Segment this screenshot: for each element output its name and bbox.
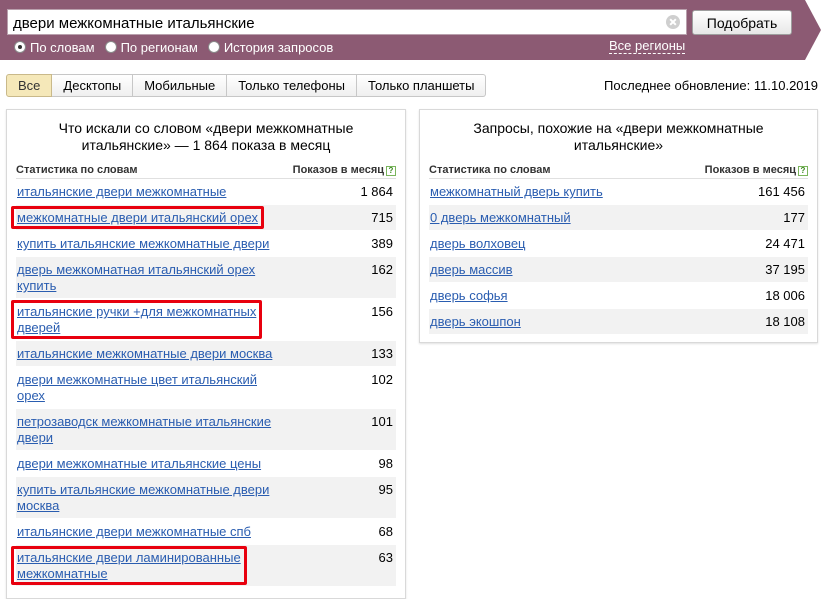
- impressions-count: 95: [378, 482, 393, 497]
- table-row: двери межкомнатные цвет итальянский орех…: [16, 367, 396, 409]
- tab-all[interactable]: Все: [6, 74, 53, 97]
- impressions-count: 102: [371, 372, 393, 387]
- impressions-count: 18 006: [765, 288, 805, 303]
- table-row: итальянские двери межкомнатные 1 864: [16, 179, 396, 205]
- mode-by-regions[interactable]: По регионам: [104, 39, 198, 55]
- impressions-count: 24 471: [765, 236, 805, 251]
- keyword-link[interactable]: петрозаводск межкомнатные итальянские дв…: [17, 414, 282, 446]
- table-row: дверь софья 18 006: [429, 283, 808, 309]
- all-regions-link[interactable]: Все регионы: [609, 39, 686, 54]
- impressions-count: 133: [371, 346, 393, 361]
- keyword-link[interactable]: купить итальянские межкомнатные двери мо…: [17, 482, 282, 514]
- search-input[interactable]: [13, 13, 653, 33]
- table-row: межкомнатные двери итальянский орех 715: [16, 205, 396, 231]
- submit-button[interactable]: Подобрать: [692, 10, 792, 35]
- device-tabs: Все Десктопы Мобильные Только телефоны Т…: [6, 74, 487, 97]
- table-row: дверь массив 37 195: [429, 257, 808, 283]
- keyword-link[interactable]: двери межкомнатные итальянские цены: [17, 456, 282, 472]
- table-row: межкомнатный дверь купить 161 456: [429, 179, 808, 205]
- search-field[interactable]: [7, 9, 687, 35]
- column-keyword: Статистика по словам: [16, 163, 138, 176]
- impressions-count: 101: [371, 414, 393, 429]
- panel-title: Запросы, похожие на «двери межкомнатные …: [473, 120, 764, 153]
- keyword-link[interactable]: итальянские двери межкомнатные спб: [17, 524, 282, 540]
- keyword-link[interactable]: дверь волховец: [430, 236, 720, 252]
- impressions-count: 63: [378, 550, 393, 565]
- keyword-link[interactable]: итальянские двери ламинированные межкомн…: [17, 550, 282, 582]
- keywords-panel: Что искали со словом «двери межкомнатные…: [6, 109, 406, 599]
- keyword-link[interactable]: дверь экошпон: [430, 314, 720, 330]
- help-icon[interactable]: ?: [386, 165, 396, 176]
- tab-tablets-only[interactable]: Только планшеты: [357, 74, 487, 97]
- search-mode-group: По словам По регионам История запросов: [14, 39, 343, 55]
- column-keyword: Статистика по словам: [429, 163, 551, 176]
- impressions-count: 177: [783, 210, 805, 225]
- table-row: дверь волховец 24 471: [429, 231, 808, 257]
- keyword-link[interactable]: итальянские двери межкомнатные: [17, 184, 282, 200]
- impressions-count: 1 864: [360, 184, 393, 199]
- keyword-link[interactable]: двери межкомнатные цвет итальянский орех: [17, 372, 282, 404]
- radio-checked-icon[interactable]: [14, 41, 26, 53]
- table-row: купить итальянские межкомнатные двери мо…: [16, 477, 396, 519]
- mode-history[interactable]: История запросов: [207, 39, 334, 55]
- keyword-link[interactable]: итальянские межкомнатные двери москва: [17, 346, 282, 362]
- table-row: двери межкомнатные итальянские цены 98: [16, 451, 396, 477]
- similar-list: межкомнатный дверь купить 161 456 0 дверь …: [429, 179, 808, 335]
- impressions-count: 161 456: [758, 184, 805, 199]
- search-header: Подобрать По словам По регионам История …: [0, 0, 829, 60]
- impressions-count: 68: [378, 524, 393, 539]
- column-count: Показов в месяц?: [293, 164, 396, 176]
- keyword-link[interactable]: 0 дверь межкомнатный: [430, 210, 720, 226]
- keyword-list: итальянские двери межкомнатные 1 864 межко…: [16, 179, 396, 587]
- table-row: купить итальянские межкомнатные двери 389: [16, 231, 396, 257]
- impressions-count: 389: [371, 236, 393, 251]
- table-row: итальянские межкомнатные двери москва 133: [16, 341, 396, 367]
- keyword-link[interactable]: дверь межкомнатная итальянский орех купи…: [17, 262, 282, 294]
- table-row: 0 дверь межкомнатный 177: [429, 205, 808, 231]
- similar-queries-panel: Запросы, похожие на «двери межкомнатные …: [419, 109, 818, 343]
- impressions-count: 715: [371, 210, 393, 225]
- keyword-link[interactable]: итальянские ручки +для межкомнатных двер…: [17, 304, 282, 336]
- tab-desktops[interactable]: Десктопы: [52, 74, 134, 97]
- radio-icon[interactable]: [104, 41, 117, 53]
- impressions-count: 156: [371, 304, 393, 319]
- table-row: итальянские ручки +для межкомнатных двер…: [16, 299, 396, 341]
- mode-by-words[interactable]: По словам: [14, 40, 95, 55]
- column-count: Показов в месяц?: [705, 164, 808, 176]
- keyword-link[interactable]: межкомнатный дверь купить: [430, 184, 720, 200]
- impressions-count: 162: [371, 262, 393, 277]
- clear-icon[interactable]: [666, 15, 680, 29]
- help-icon[interactable]: ?: [798, 165, 808, 176]
- impressions-count: 18 108: [765, 314, 805, 329]
- keyword-link[interactable]: межкомнатные двери итальянский орех: [17, 210, 282, 226]
- impressions-count: 37 195: [765, 262, 805, 277]
- column-header: Статистика по словам Показов в месяц?: [429, 161, 808, 179]
- table-row: петрозаводск межкомнатные итальянские дв…: [16, 409, 396, 451]
- keyword-link[interactable]: дверь массив: [430, 262, 720, 278]
- keyword-link[interactable]: дверь софья: [430, 288, 720, 304]
- keyword-link[interactable]: купить итальянские межкомнатные двери: [17, 236, 282, 252]
- mode-label: История запросов: [223, 39, 334, 55]
- table-row: дверь экошпон 18 108: [429, 309, 808, 335]
- mode-label: По регионам: [120, 39, 198, 55]
- column-header: Статистика по словам Показов в месяц?: [16, 161, 396, 179]
- table-row: дверь межкомнатная итальянский орех купи…: [16, 257, 396, 299]
- table-row: итальянские двери межкомнатные спб 68: [16, 519, 396, 545]
- tab-phones-only[interactable]: Только телефоны: [227, 74, 358, 97]
- impressions-count: 98: [378, 456, 393, 471]
- panel-title: Что искали со словом «двери межкомнатные…: [58, 120, 354, 153]
- table-row: итальянские двери ламинированные межкомн…: [16, 545, 396, 587]
- last-update: Последнее обновление: 11.10.2019: [604, 78, 818, 93]
- mode-label: По словам: [30, 39, 95, 55]
- tab-mobile[interactable]: Мобильные: [133, 74, 228, 97]
- radio-icon[interactable]: [207, 41, 220, 53]
